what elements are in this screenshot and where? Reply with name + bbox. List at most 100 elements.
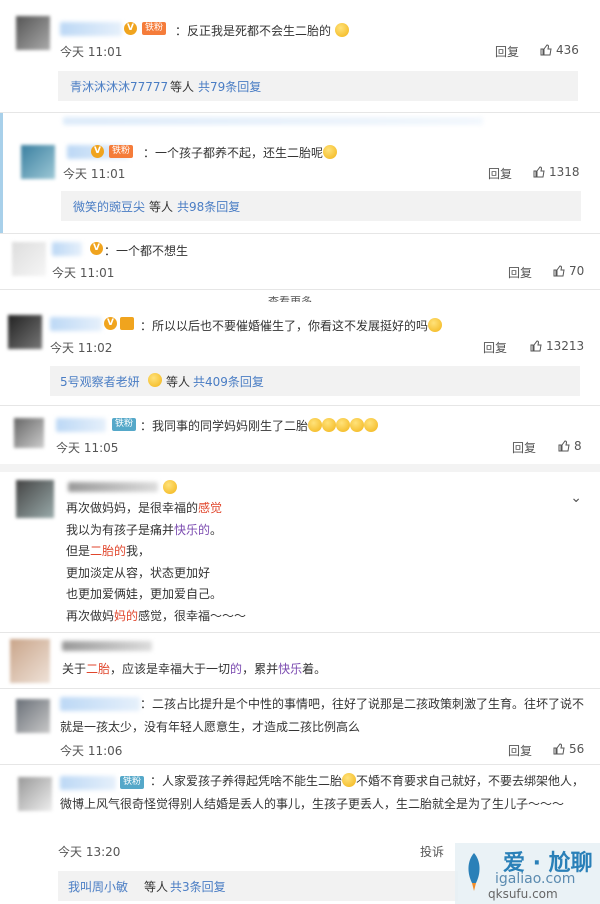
emoji-icon — [336, 418, 351, 432]
emoji-icon — [148, 373, 162, 387]
emoji-icon — [342, 773, 357, 787]
comment-text: ：我同事的同学妈妈刚生了二胎 — [140, 417, 379, 434]
verified-icon: V — [91, 145, 104, 158]
fan-badge: 铁粉 — [109, 145, 134, 158]
watermark-domain: igaliao.com — [495, 871, 576, 887]
comment-time: 今天 11:01 — [52, 266, 115, 280]
comment-time: 今天 11:05 — [56, 441, 119, 455]
reply-summary-label: 等人 — [149, 200, 174, 214]
caption-post: 关于二胎，应该是幸福大于一切的，累并快乐着。 — [0, 633, 600, 688]
verified-icon: V — [90, 242, 103, 255]
emoji-icon — [308, 418, 323, 432]
reply-button[interactable]: 回复 — [508, 264, 532, 281]
fan-badge — [120, 317, 134, 330]
like-button[interactable]: 1318 — [533, 165, 580, 179]
comment-time: 今天 11:06 — [60, 744, 123, 758]
like-button[interactable]: 8 — [558, 439, 582, 453]
fan-badge: 铁粉 — [142, 22, 167, 35]
thumb-up-icon — [553, 743, 565, 755]
username[interactable] — [52, 242, 82, 256]
report-button[interactable]: 投诉 — [420, 843, 444, 860]
username[interactable] — [50, 317, 102, 331]
like-button[interactable]: 13213 — [530, 339, 584, 353]
avatar[interactable] — [14, 418, 44, 448]
emoji-icon — [364, 418, 379, 432]
avatar[interactable] — [21, 145, 55, 179]
comment-text: ：二孩占比提升是个中性的事情吧，往好了说那是二孩政策刺激了生育。往坏了说不就是一… — [60, 697, 585, 734]
comment-time: 今天 13:20 — [58, 845, 121, 859]
comment-text: ：人家爱孩子养得起凭啥不能生二胎 不婚不育要求自己就好，不要去绑架他人，微博上风气… — [60, 770, 588, 816]
comment-text: ：反正我是死都不会生二胎的 — [175, 22, 349, 39]
thumb-up-icon — [540, 44, 552, 56]
username[interactable] — [68, 482, 158, 492]
emoji-icon — [334, 23, 349, 37]
like-button[interactable]: 436 — [540, 43, 579, 57]
like-button[interactable]: 56 — [553, 742, 584, 756]
comment-text: ：所以以后也不要催婚催生了，你看这不发展挺好的吗 — [140, 317, 443, 334]
comment-time: 今天 11:02 — [50, 341, 113, 355]
reply-user-link[interactable]: 微笑的豌豆尖 — [73, 198, 145, 215]
username[interactable] — [56, 418, 106, 432]
chevron-down-icon[interactable]: ⌄ — [570, 490, 582, 506]
reply-count-link[interactable]: 共79条回复 — [198, 78, 261, 95]
reply-count-link[interactable]: 共98条回复 — [177, 198, 240, 215]
watermark: 爱 · 尬聊 igaliao.com qksufu.com — [455, 843, 600, 904]
reply-user-link[interactable]: 青沐沐沐沐77777 — [70, 78, 168, 95]
comment-4: V ：所以以后也不要催婚催生了，你看这不发展挺好的吗 今天 11:02 回复 1… — [0, 303, 600, 405]
avatar[interactable] — [16, 699, 50, 733]
post-line: 再次做妈妈的感觉，很幸福～～～ — [66, 608, 247, 623]
comment-2: V 铁粉 ：一个孩子都养不起，还生二胎呢 今天 11:01 回复 1318 微笑… — [0, 113, 600, 233]
reply-count-link[interactable]: 共409条回复 — [193, 373, 264, 390]
reply-button[interactable]: 回复 — [483, 339, 507, 356]
reply-summary[interactable]: 5号观察者老妍 等人 共409条回复 — [50, 366, 580, 396]
reply-summary[interactable]: 青沐沐沐沐77777 等人 共79条回复 — [58, 71, 578, 101]
comment-time: 今天 11:01 — [63, 167, 126, 181]
verified-icon: V — [104, 317, 117, 330]
comment-text-content: ：一个孩子都养不起，还生二胎呢 — [143, 146, 324, 160]
comment-text-content: ：反正我是死都不会生二胎的 — [175, 24, 332, 38]
avatar[interactable] — [8, 315, 42, 349]
like-count: 8 — [574, 439, 582, 453]
reply-summary[interactable]: 微笑的豌豆尖 等人 共98条回复 — [61, 191, 581, 221]
thumb-up-icon — [553, 265, 565, 277]
reply-button[interactable]: 回复 — [512, 439, 536, 456]
reply-button[interactable]: 回复 — [488, 165, 512, 182]
avatar[interactable] — [18, 777, 52, 811]
see-more-link[interactable]: 查看更多 — [268, 296, 312, 302]
like-count: 56 — [569, 742, 585, 756]
verified-icon: V — [124, 22, 137, 35]
fan-badge: 铁粉 — [112, 418, 137, 431]
avatar[interactable] — [16, 480, 54, 518]
reply-summary[interactable]: 我叫周小敏 等人 共3条回复 — [58, 871, 458, 901]
post-line: 我以为有孩子是痛并快乐的。 — [66, 522, 223, 537]
comment-1: V 铁粉 ：反正我是死都不会生二胎的 今天 11:01 回复 436 青沐沐沐沐… — [0, 0, 600, 112]
comment-text-content: ：人家爱孩子养得起凭啥不能生二胎 — [150, 774, 343, 788]
reply-user-link[interactable]: 我叫周小敏 — [68, 878, 128, 895]
reply-count-link[interactable]: 共3条回复 — [170, 878, 226, 895]
avatar[interactable] — [12, 242, 46, 276]
post-line: 再次做妈妈，是很幸福的感觉 — [66, 501, 223, 515]
reply-summary-label: 等人 — [170, 80, 195, 94]
comment-time: 今天 11:01 — [60, 45, 123, 59]
avatar[interactable] — [10, 639, 50, 683]
comment-text-content: ：我同事的同学妈妈刚生了二胎 — [140, 419, 309, 433]
watermark-sub: qksufu.com — [488, 887, 558, 901]
username[interactable] — [62, 641, 152, 651]
reply-button[interactable]: 回复 — [495, 43, 519, 60]
reply-button[interactable]: 回复 — [508, 742, 532, 759]
thumb-up-icon — [533, 166, 545, 178]
username[interactable] — [60, 22, 122, 36]
emoji-icon — [323, 145, 338, 159]
avatar[interactable] — [16, 16, 50, 50]
username[interactable] — [63, 117, 483, 125]
comment-text: ：一个都不想生 — [104, 244, 189, 258]
emoji-icon — [428, 318, 443, 332]
emoji-icon — [322, 418, 337, 432]
comment-text-content: ：所以以后也不要催婚催生了，你看这不发展挺好的吗 — [140, 319, 429, 333]
comment-6: ：二孩占比提升是个中性的事情吧，往好了说那是二孩政策刺激了生育。往坏了说不就是一… — [0, 689, 600, 764]
post-line: 但是二胎的我， — [66, 544, 151, 559]
like-count: 436 — [556, 43, 579, 57]
reply-user-link[interactable]: 5号观察者老妍 — [60, 373, 140, 390]
comment-text: ：一个孩子都养不起，还生二胎呢 — [143, 144, 338, 161]
like-button[interactable]: 70 — [553, 264, 584, 278]
